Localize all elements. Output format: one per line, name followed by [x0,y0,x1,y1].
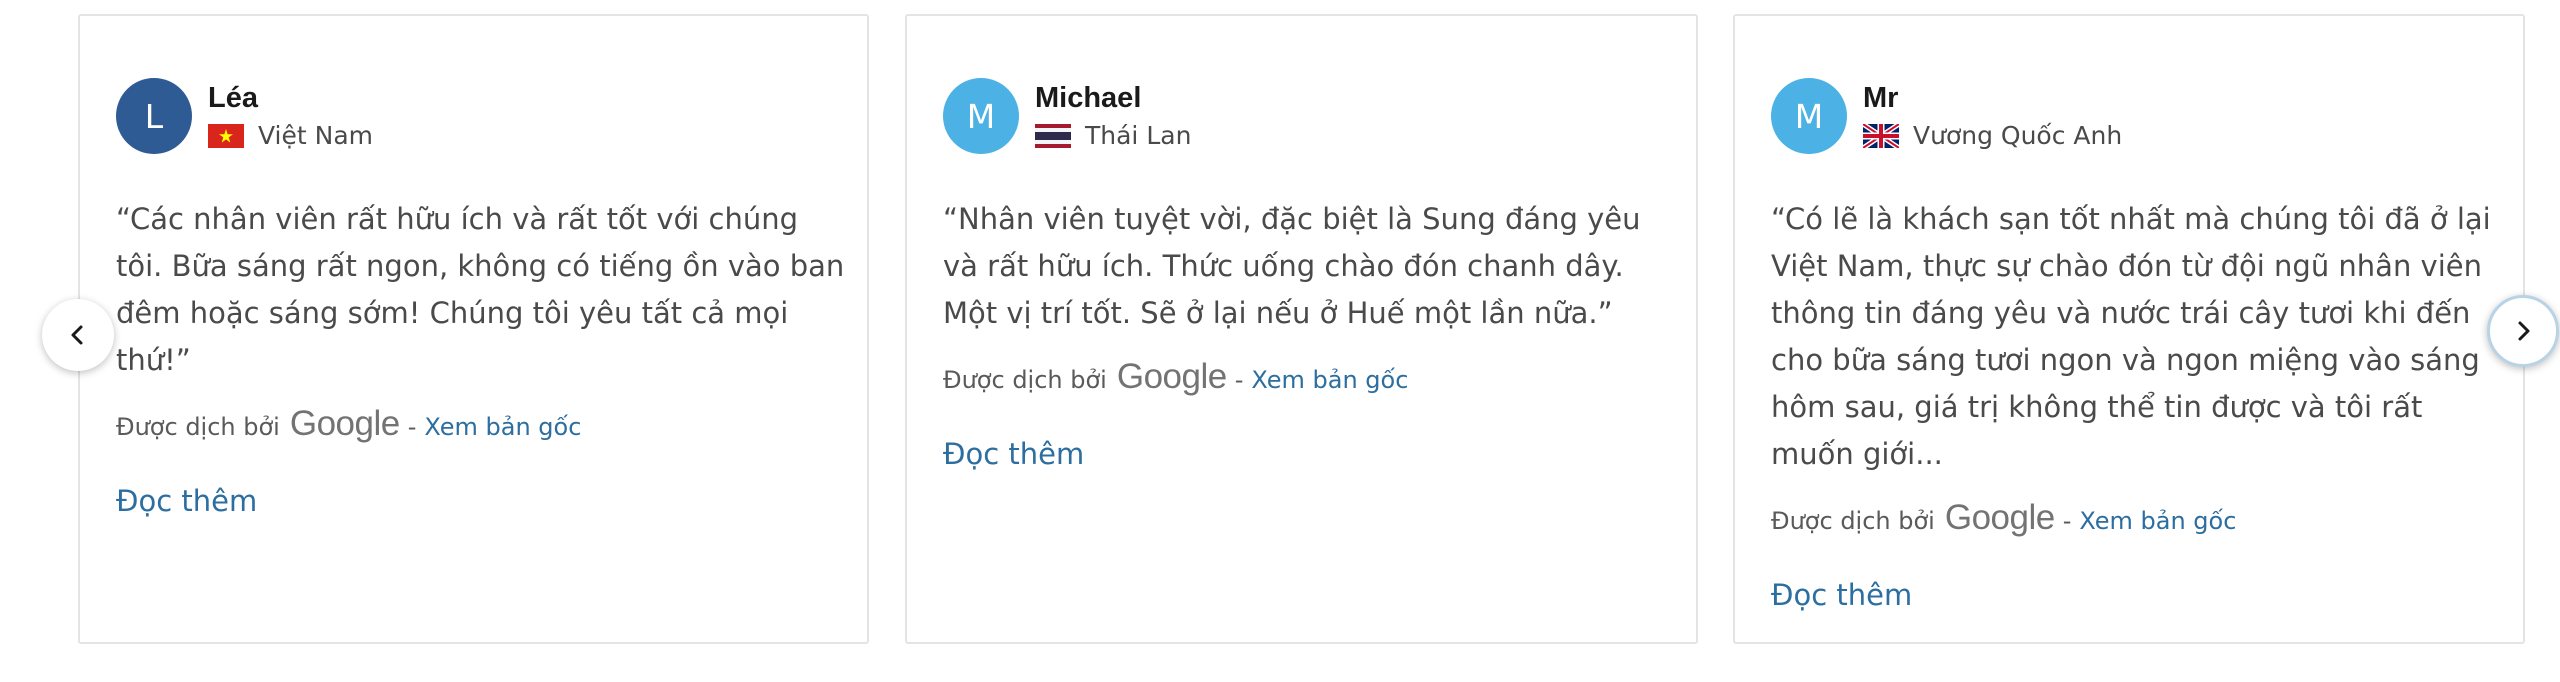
translated-by-label: Được dịch bởi [116,413,280,441]
google-logo: Google [289,404,400,443]
avatar: L [116,78,192,154]
avatar: M [943,78,1019,154]
view-original-link[interactable]: Xem bản gốc [424,413,581,441]
thailand-flag-icon [1035,124,1071,148]
country-label: Thái Lan [1085,121,1192,150]
read-more-link[interactable]: Đọc thêm [116,484,257,518]
review-card: M Michael Thái Lan “Nhân viên tuyệt vời,… [905,14,1698,644]
review-text: “Các nhân viên rất hữu ích và rất tốt vớ… [116,202,845,377]
chevron-left-icon [71,325,83,345]
separator: - [1234,366,1244,394]
review-card: M Mr Vương Quốc Anh “Có lẽ là khách sạn … [1733,14,2525,644]
translated-by-label: Được dịch bởi [1771,507,1935,535]
review-card: L Léa Việt Nam “Các nhân viên rất hữu íc… [78,14,869,644]
avatar-initial: M [1794,96,1824,136]
review-text: “Nhân viên tuyệt vời, đặc biệt là Sung đ… [943,202,1641,330]
avatar: M [1771,78,1847,154]
google-logo: Google [1116,357,1227,396]
translation-note: Được dịch bởi Google - Xem bản gốc [116,404,846,444]
review-header: L Léa Việt Nam [116,74,846,174]
vietnam-flag-icon [208,124,244,148]
view-original-link[interactable]: Xem bản gốc [2079,507,2236,535]
avatar-initial: M [966,96,996,136]
chevron-right-icon [2518,321,2530,341]
uk-flag-icon [1863,124,1899,148]
review-header: M Michael Thái Lan [943,74,1673,174]
separator: - [407,413,417,441]
reviewer-country: Thái Lan [1035,120,1191,152]
country-label: Vương Quốc Anh [1913,121,2123,150]
review-header: M Mr Vương Quốc Anh [1771,74,2501,174]
translation-note: Được dịch bởi Google - Xem bản gốc [1771,498,2501,538]
translation-note: Được dịch bởi Google - Xem bản gốc [943,357,1673,397]
read-more-link[interactable]: Đọc thêm [943,437,1084,471]
reviewer-name: Léa [208,82,258,114]
view-original-link[interactable]: Xem bản gốc [1251,366,1408,394]
reviewer-name: Mr [1863,82,1899,114]
translated-by-label: Được dịch bởi [943,366,1107,394]
reviewer-country: Việt Nam [208,120,373,152]
review-text: “Có lẽ là khách sạn tốt nhất mà chúng tô… [1771,202,2491,471]
read-more-link[interactable]: Đọc thêm [1771,578,1912,612]
reviewer-country: Vương Quốc Anh [1863,120,2122,152]
separator: - [2062,507,2072,535]
avatar-initial: L [144,96,164,136]
reviewer-name: Michael [1035,82,1142,114]
carousel-prev-button[interactable] [42,299,114,371]
carousel-next-button[interactable] [2487,295,2559,367]
country-label: Việt Nam [258,121,374,150]
google-logo: Google [1944,498,2055,537]
